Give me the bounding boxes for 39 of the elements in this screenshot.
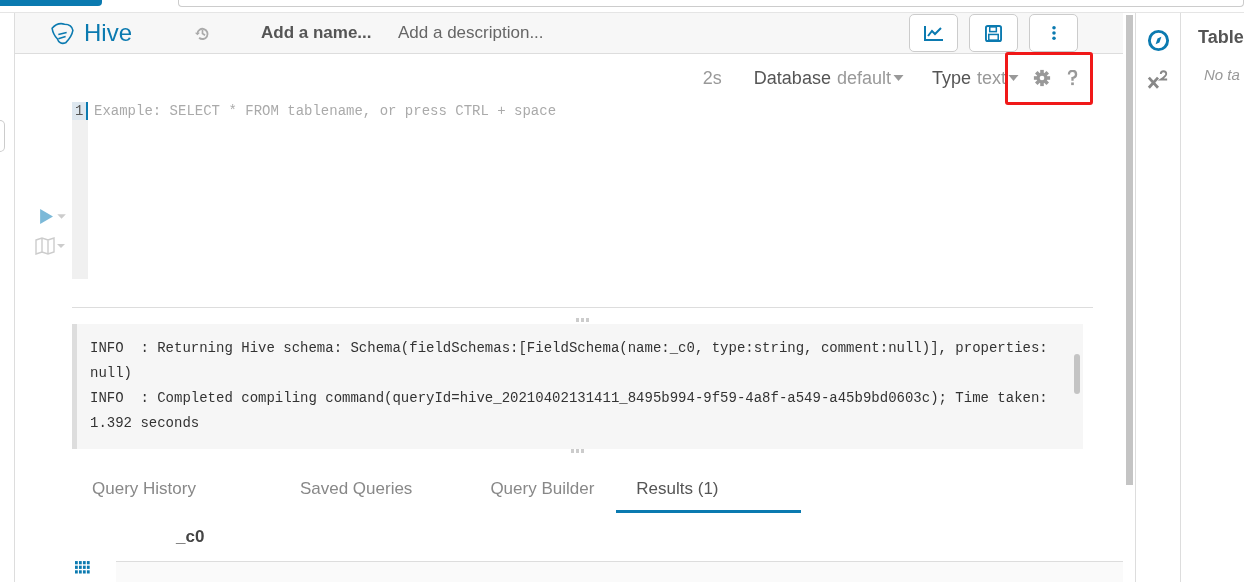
type-dropdown[interactable]: text xyxy=(977,67,1019,89)
run-button-icon[interactable] xyxy=(38,209,68,224)
compass-icon[interactable] xyxy=(1146,29,1170,52)
database-dropdown[interactable]: default xyxy=(836,67,904,89)
save-icon xyxy=(985,24,1002,42)
name-field[interactable]: Add a name... xyxy=(261,23,381,43)
type-label: Type xyxy=(931,67,971,89)
grid-icon[interactable] xyxy=(75,561,90,574)
column-header[interactable]: _c0 xyxy=(176,527,1123,547)
chart-icon xyxy=(922,24,945,42)
save-button[interactable] xyxy=(969,14,1018,52)
chart-button[interactable] xyxy=(909,14,958,52)
map-icon[interactable] xyxy=(32,237,68,255)
elapsed-time: 2s xyxy=(702,67,722,89)
results-tab[interactable]: Saved Queries xyxy=(279,467,433,513)
log-line: INFO : Returning Hive schema: Schema(fieldSchemas:[FieldSchema(name:_c0, type:string, comment:null)], properties: null) xyxy=(90,339,1049,383)
caret-icon xyxy=(892,75,904,81)
database-label: Database xyxy=(753,67,831,89)
editor-title: Hive xyxy=(84,19,132,47)
panel-title: Table xyxy=(1198,27,1244,48)
settings-icon[interactable] xyxy=(1033,69,1051,87)
description-field[interactable]: Add a description... xyxy=(398,23,568,43)
scrollbar-thumb[interactable] xyxy=(1074,354,1080,394)
results-tab[interactable]: Query Builder xyxy=(470,467,615,513)
resize-handle[interactable] xyxy=(575,318,590,322)
line-number: 1 xyxy=(72,102,88,120)
results-tab[interactable]: Query History xyxy=(72,467,216,513)
results-tab[interactable]: Results (1) xyxy=(616,467,802,513)
resize-handle[interactable] xyxy=(570,449,585,453)
kebab-menu-icon xyxy=(1050,25,1057,41)
caret-icon xyxy=(1008,75,1019,81)
help-icon[interactable] xyxy=(1067,70,1078,86)
log-line: INFO : Completed compiling command(queryId=hive_20210402131411_8495b994-9f59-4a8f-a549-a45b9bd0603c); Time taken: 1.392 seconds xyxy=(90,389,1049,433)
top-button[interactable] xyxy=(0,0,103,6)
function-icon[interactable] xyxy=(1147,70,1169,89)
scrollbar-thumb[interactable] xyxy=(1125,15,1133,485)
top-input-field[interactable] xyxy=(178,0,1244,7)
empty-message: No ta xyxy=(1204,66,1241,83)
more-menu-button[interactable] xyxy=(1029,14,1078,52)
